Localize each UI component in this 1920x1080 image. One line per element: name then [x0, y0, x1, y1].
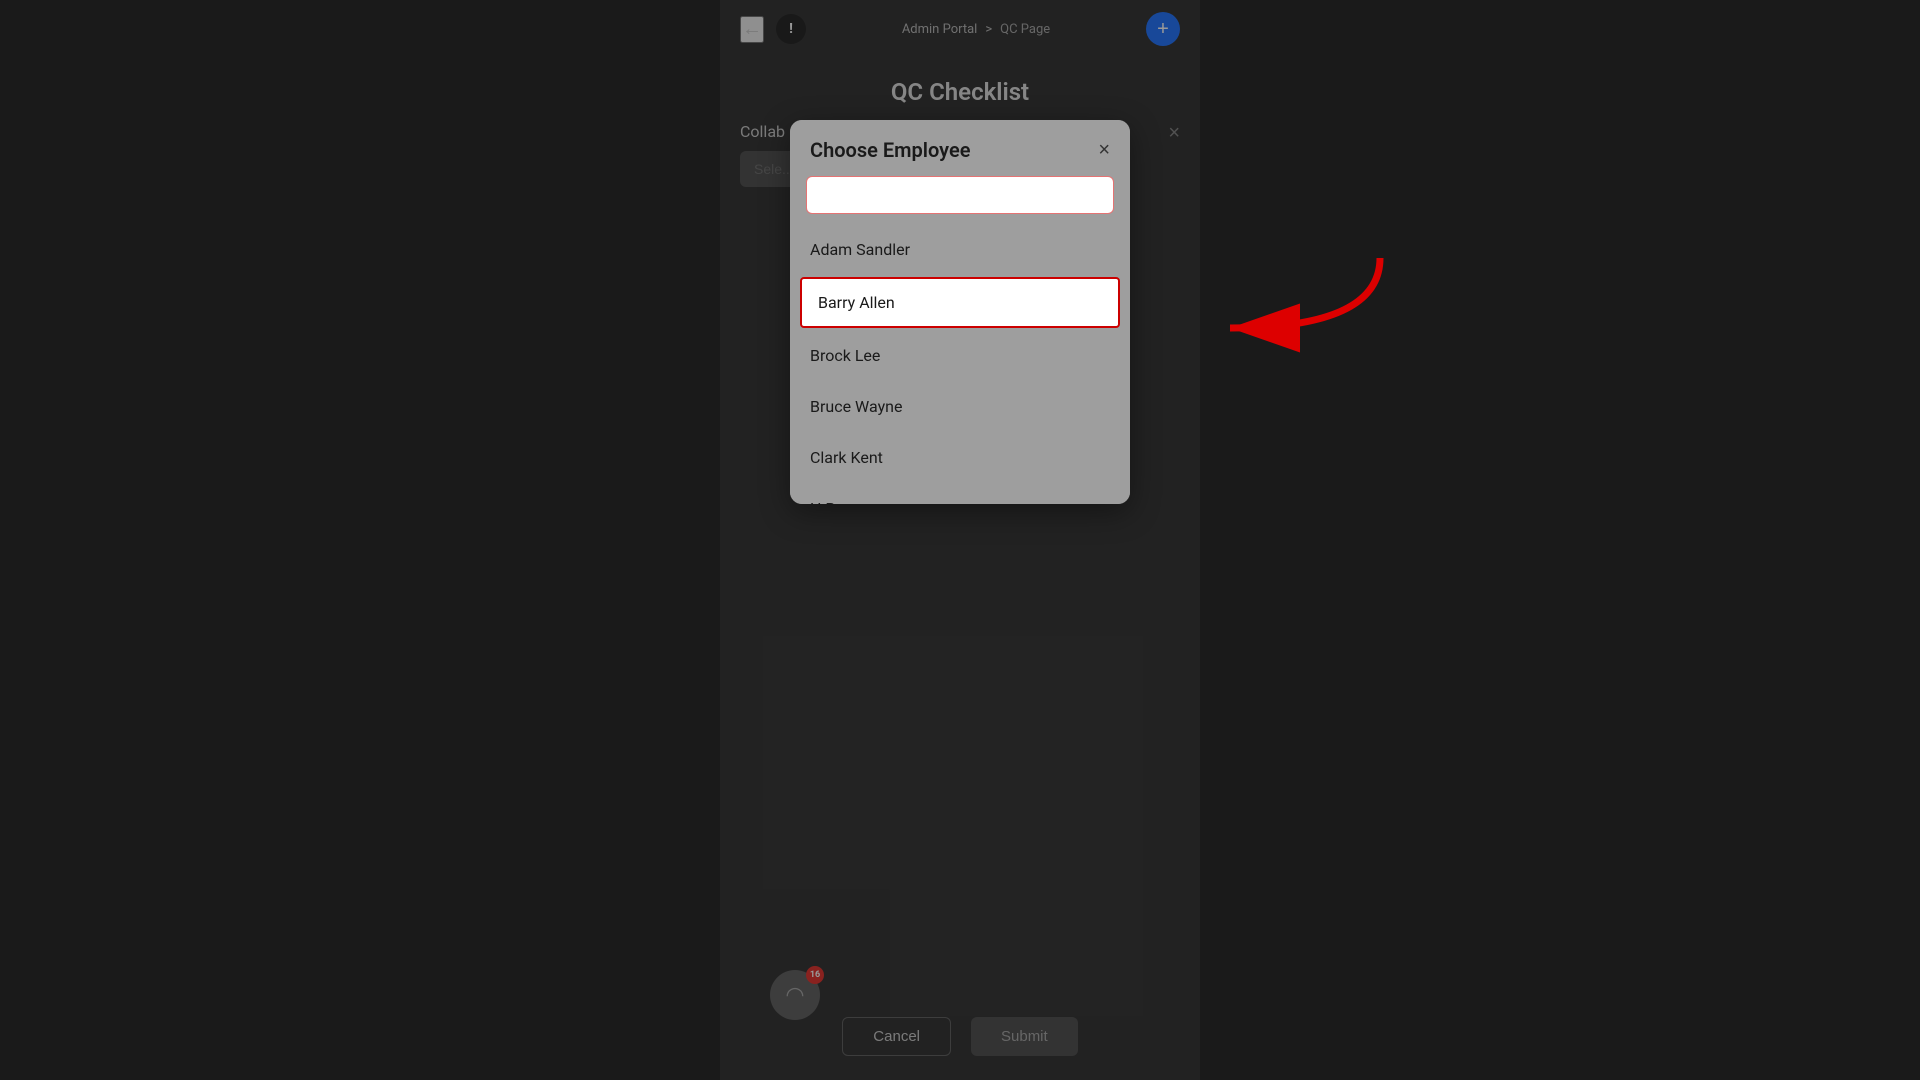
app-container: ← ! Admin Portal > QC Page + QC Checklis…	[720, 0, 1200, 1080]
modal-close-button[interactable]: ×	[1098, 140, 1110, 160]
arrow-annotation	[1200, 248, 1400, 368]
employee-list: Adam Sandler Barry Allen Brock Lee Bruce…	[790, 224, 1130, 504]
list-item[interactable]: Brock Lee	[790, 330, 1130, 381]
list-item-selected[interactable]: Barry Allen	[800, 277, 1120, 328]
list-item[interactable]: Adam Sandler	[790, 224, 1130, 275]
modal-header: Choose Employee ×	[790, 120, 1130, 176]
list-item[interactable]: H B	[790, 483, 1130, 504]
list-item[interactable]: Bruce Wayne	[790, 381, 1130, 432]
modal-title: Choose Employee	[810, 138, 971, 162]
employee-search-input[interactable]	[806, 176, 1114, 214]
choose-employee-modal: Choose Employee × Adam Sandler Barry All…	[790, 120, 1130, 504]
list-item[interactable]: Clark Kent	[790, 432, 1130, 483]
